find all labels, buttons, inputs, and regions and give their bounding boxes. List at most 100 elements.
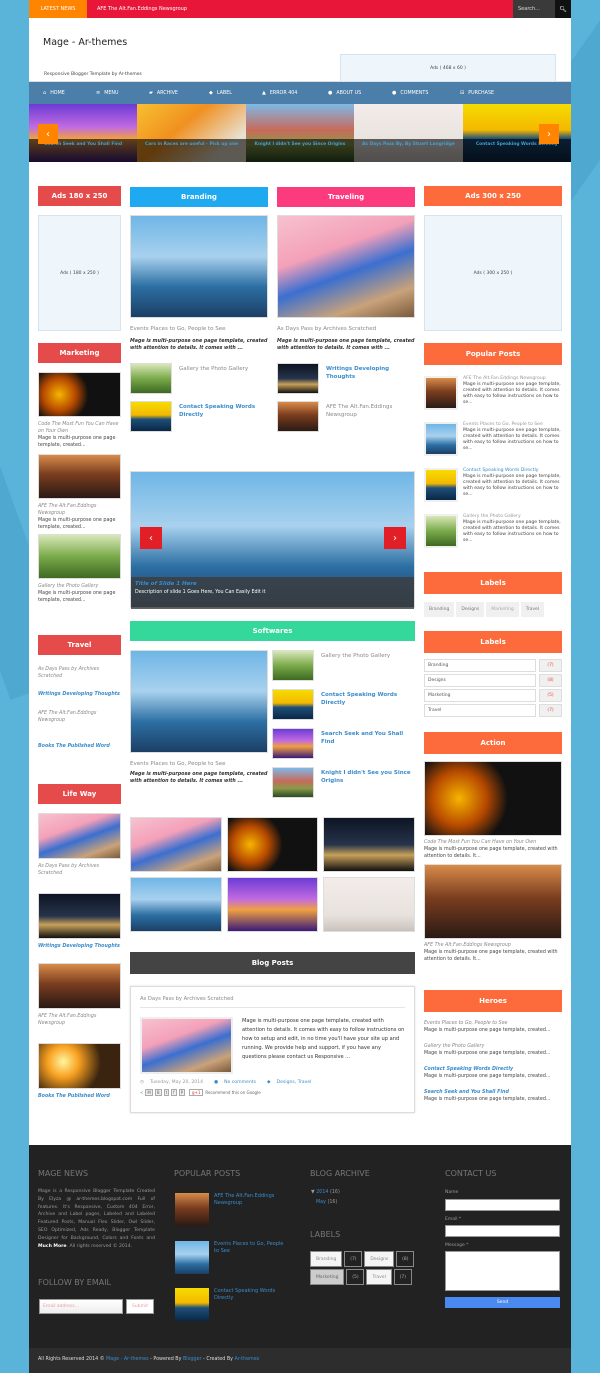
news-ticker[interactable]: AFE The Alt.Fan.Eddings Newsgroup bbox=[87, 6, 513, 12]
post-title[interactable]: Gallery the Photo Gallery bbox=[38, 583, 121, 590]
post-thumbnail[interactable] bbox=[424, 422, 458, 456]
facebook-share-icon[interactable]: f bbox=[171, 1089, 177, 1096]
list-item[interactable]: Knight I didn't See you Since Origins bbox=[272, 767, 415, 798]
post-title[interactable]: AFE The Alt.Fan.Eddings Newsgroup bbox=[38, 503, 121, 517]
contact-send-button[interactable]: Send bbox=[445, 1297, 560, 1308]
footer-popular-item[interactable]: Events Places to Go, People to See bbox=[175, 1241, 284, 1274]
post-thumbnail[interactable] bbox=[38, 1043, 121, 1089]
post-thumbnail[interactable] bbox=[424, 468, 458, 502]
nav-label[interactable]: ◆ LABEL bbox=[209, 90, 262, 96]
post-title[interactable]: Writings Developing Thoughts bbox=[38, 943, 121, 963]
carousel-prev-button[interactable]: ‹ bbox=[38, 124, 58, 144]
post-title[interactable]: Events Places to Go, People to See bbox=[130, 761, 268, 767]
post-thumbnail[interactable] bbox=[277, 363, 319, 394]
list-item[interactable]: Contact Speaking Words Directly Mage is m… bbox=[424, 1066, 562, 1089]
list-item[interactable]: Books The Published Word bbox=[38, 743, 121, 750]
post-thumbnail[interactable] bbox=[38, 372, 121, 417]
post-thumbnail[interactable] bbox=[38, 893, 121, 939]
label-tag[interactable]: Branding bbox=[310, 1251, 343, 1267]
list-item[interactable]: Contact Speaking Words Directly Mage is m… bbox=[424, 468, 562, 502]
post-thumbnail[interactable] bbox=[424, 864, 562, 939]
post-thumbnail[interactable] bbox=[38, 534, 121, 579]
gallery-image[interactable] bbox=[323, 877, 415, 932]
gallery-image[interactable] bbox=[226, 817, 319, 872]
label-tag[interactable]: Branding bbox=[424, 602, 455, 617]
slider-next-button[interactable]: › bbox=[384, 527, 406, 549]
list-item[interactable]: Writings Developing Thoughts bbox=[277, 363, 415, 394]
archive-month[interactable]: May (16) bbox=[316, 1200, 337, 1205]
site-title[interactable]: Mage - Ar-themes bbox=[43, 37, 127, 48]
featured-image[interactable] bbox=[277, 215, 415, 318]
list-item[interactable]: AFE The Alt.Fan.Eddings Newsgroup Mage i… bbox=[38, 454, 121, 531]
post-thumbnail[interactable] bbox=[277, 401, 319, 432]
pinterest-share-icon[interactable]: P bbox=[178, 1089, 185, 1096]
contact-name-input[interactable] bbox=[445, 1199, 560, 1211]
list-item[interactable]: Gallery the Photo Gallery Mage is multi-p… bbox=[424, 514, 562, 548]
post-thumbnail[interactable] bbox=[272, 728, 314, 759]
label-row[interactable]: Branding (7) bbox=[424, 659, 562, 672]
footer-popular-item[interactable]: AFE The Alt.Fan.Eddings Newsgroup bbox=[175, 1193, 284, 1226]
post-labels[interactable]: Designs, Travel bbox=[277, 1080, 312, 1085]
post-thumbnail[interactable] bbox=[272, 767, 314, 798]
ad-180x250[interactable]: Ads ( 180 x 250 ) bbox=[38, 215, 121, 331]
list-item[interactable]: Events Places to Go, People to See Mage i… bbox=[424, 1020, 562, 1043]
post-thumbnail[interactable] bbox=[175, 1193, 209, 1226]
list-item[interactable]: Contact Speaking Words Directly bbox=[272, 689, 415, 720]
post-title[interactable]: Code The Most Fun You Can Have on Your O… bbox=[424, 839, 562, 846]
slide-title[interactable]: Title of Slide 1 Here bbox=[135, 581, 410, 587]
label-tag[interactable]: Travel bbox=[366, 1269, 392, 1285]
search-button[interactable]: 🔍︎ bbox=[555, 0, 571, 18]
ad-banner-468[interactable]: Ads ( 468 x 60 ) bbox=[340, 54, 556, 82]
gallery-image[interactable] bbox=[323, 817, 415, 872]
site-link[interactable]: Mage - Ar-themes bbox=[106, 1357, 149, 1362]
post-thumbnail[interactable] bbox=[424, 376, 458, 410]
nav-menu[interactable]: ≡ MENU bbox=[96, 90, 149, 96]
list-item[interactable]: AFE The Alt.Fan.Eddings Newsgroup bbox=[277, 401, 415, 432]
list-item[interactable]: Gallery the Photo Gallery bbox=[130, 363, 268, 394]
post-thumbnail[interactable] bbox=[38, 454, 121, 499]
post-title[interactable]: As Days Pass by Archives Scratched bbox=[140, 996, 405, 1008]
label-tag[interactable]: Designs bbox=[456, 602, 485, 617]
post-title[interactable]: As Days Pass by Archives Scratched bbox=[38, 863, 121, 893]
post-thumbnail[interactable] bbox=[175, 1241, 209, 1274]
contact-email-input[interactable] bbox=[445, 1225, 560, 1237]
carousel-slide[interactable]: Knight I didn't See you Since Origins bbox=[245, 104, 355, 162]
archive-year[interactable]: ▼ 2014 (16) bbox=[311, 1190, 340, 1195]
list-item[interactable]: Code The Most Fun You Can Have on Your O… bbox=[38, 372, 121, 449]
carousel-slide[interactable]: Cars in Races are useful - Pick up one bbox=[137, 104, 246, 162]
featured-image[interactable] bbox=[130, 215, 268, 318]
comments-link[interactable]: No comments bbox=[224, 1080, 256, 1085]
post-title[interactable]: Code The Most Fun You Can Have on Your O… bbox=[38, 421, 121, 435]
list-item[interactable]: Gallery the Photo Gallery Mage is multi-p… bbox=[424, 1043, 562, 1066]
nav-archive[interactable]: ▰ ARCHIVE bbox=[149, 90, 209, 96]
post-title[interactable]: AFE The Alt.Fan.Eddings Newsgroup bbox=[38, 1013, 121, 1043]
list-item[interactable]: Search Seek and You Shall Find Mage is mu… bbox=[424, 1089, 562, 1103]
post-thumbnail[interactable] bbox=[424, 761, 562, 836]
post-thumbnail[interactable] bbox=[38, 963, 121, 1009]
label-tag[interactable]: Marketing bbox=[486, 602, 519, 617]
twitter-share-icon[interactable]: t bbox=[163, 1089, 170, 1096]
much-more-link[interactable]: Much More bbox=[38, 1244, 67, 1249]
list-item[interactable]: As Days Pass by Archives Scratched bbox=[38, 666, 121, 691]
nav-about-us[interactable]: ● ABOUT US bbox=[328, 90, 392, 96]
post-thumbnail[interactable] bbox=[175, 1288, 209, 1321]
list-item[interactable]: AFE The Alt.Fan.Eddings Newsgroup bbox=[38, 710, 121, 743]
post-title[interactable]: Books The Published Word bbox=[38, 1093, 121, 1100]
post-thumbnail[interactable] bbox=[140, 1017, 233, 1074]
nav-comments[interactable]: ● COMMENTS bbox=[392, 90, 460, 96]
footer-popular-item[interactable]: Contact Speaking Words Directly bbox=[175, 1288, 284, 1321]
post-title[interactable]: Events Places to Go, People to See bbox=[130, 326, 268, 332]
post-title[interactable]: AFE The Alt.Fan.Eddings Newsgroup bbox=[424, 942, 562, 949]
gallery-image[interactable] bbox=[130, 877, 222, 932]
follow-submit-button[interactable]: Submit bbox=[126, 1299, 154, 1314]
label-tag[interactable]: Marketing bbox=[310, 1269, 345, 1285]
nav-error-404[interactable]: ▲ ERROR 404 bbox=[262, 90, 328, 96]
list-item[interactable]: Gallery the Photo Gallery bbox=[272, 650, 415, 681]
nav-purchase[interactable]: ⊟ PURCHASE bbox=[460, 90, 494, 96]
gallery-image[interactable] bbox=[130, 817, 222, 872]
blogger-link[interactable]: Blogger bbox=[183, 1357, 202, 1362]
carousel-slide[interactable]: As Days Pass By, By Stuart Langridge bbox=[354, 104, 463, 162]
ad-300x250[interactable]: Ads ( 300 x 250 ) bbox=[424, 215, 562, 331]
post-thumbnail[interactable] bbox=[424, 514, 458, 548]
featured-image[interactable] bbox=[130, 650, 268, 753]
